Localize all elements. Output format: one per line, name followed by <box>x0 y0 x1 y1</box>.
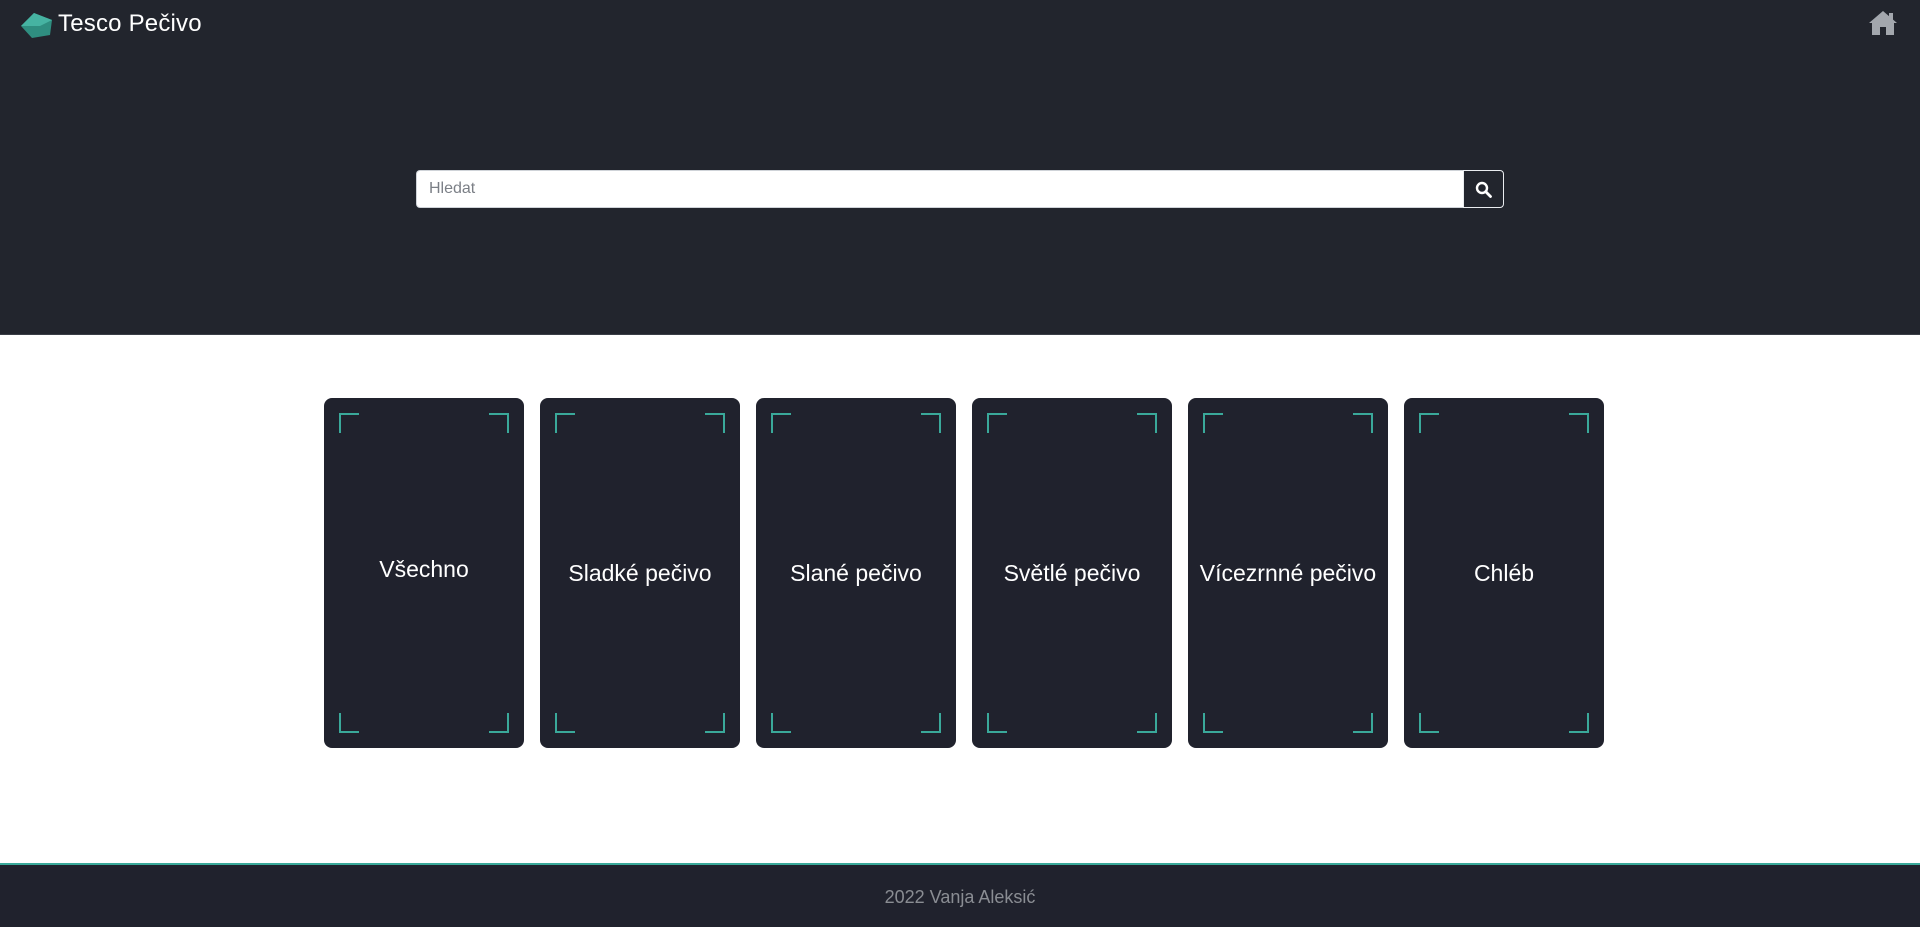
corner-decoration <box>489 413 509 433</box>
category-card-vicezrnne-pecivo[interactable]: Vícezrnné pečivo <box>1188 398 1388 748</box>
corner-decoration <box>555 713 575 733</box>
corner-decoration <box>1137 413 1157 433</box>
category-label: Chléb <box>1473 559 1535 586</box>
corner-decoration <box>1419 713 1439 733</box>
corner-decoration <box>1203 713 1223 733</box>
category-card-svetle-pecivo[interactable]: Světlé pečivo <box>972 398 1172 748</box>
bread-loaf-icon <box>21 13 52 38</box>
corner-decoration <box>705 413 725 433</box>
corner-decoration <box>705 713 725 733</box>
corner-decoration <box>339 713 359 733</box>
search-bar <box>416 170 1504 208</box>
category-label: Všechno <box>379 555 469 582</box>
corner-decoration <box>489 713 509 733</box>
corner-decoration <box>1137 713 1157 733</box>
brand[interactable]: Tesco Pečivo <box>20 8 202 40</box>
hero-header: Tesco Pečivo <box>0 0 1920 335</box>
corner-decoration <box>1419 413 1439 433</box>
home-icon[interactable] <box>1868 9 1898 37</box>
search-input[interactable] <box>416 170 1463 208</box>
corner-decoration <box>1353 413 1373 433</box>
page-footer: 2022 Vanja Aleksić <box>0 863 1920 927</box>
corner-decoration <box>921 713 941 733</box>
category-card-slane-pecivo[interactable]: Slané pečivo <box>756 398 956 748</box>
corner-decoration <box>771 713 791 733</box>
corner-decoration <box>771 413 791 433</box>
category-card-vsechno[interactable]: Všechno <box>324 398 524 748</box>
search-button[interactable] <box>1463 170 1504 208</box>
corner-decoration <box>1569 413 1589 433</box>
category-label: Slané pečivo <box>790 559 922 586</box>
category-label: Sladké pečivo <box>568 559 712 586</box>
category-section: Všechno Sladké pečivo Slané pečivo Světl… <box>0 335 1920 863</box>
corner-decoration <box>1569 713 1589 733</box>
category-card-sladke-pecivo[interactable]: Sladké pečivo <box>540 398 740 748</box>
search-icon <box>1475 181 1492 198</box>
category-cards: Všechno Sladké pečivo Slané pečivo Světl… <box>324 398 1604 748</box>
corner-decoration <box>1203 413 1223 433</box>
corner-decoration <box>1353 713 1373 733</box>
category-label: Vícezrnné pečivo <box>1199 559 1377 586</box>
category-label: Světlé pečivo <box>1003 559 1141 586</box>
corner-decoration <box>987 413 1007 433</box>
footer-copyright: 2022 Vanja Aleksić <box>884 886 1036 907</box>
corner-decoration <box>987 713 1007 733</box>
corner-decoration <box>555 413 575 433</box>
brand-title: Tesco Pečivo <box>58 10 202 37</box>
corner-decoration <box>339 413 359 433</box>
corner-decoration <box>921 413 941 433</box>
category-card-chleb[interactable]: Chléb <box>1404 398 1604 748</box>
